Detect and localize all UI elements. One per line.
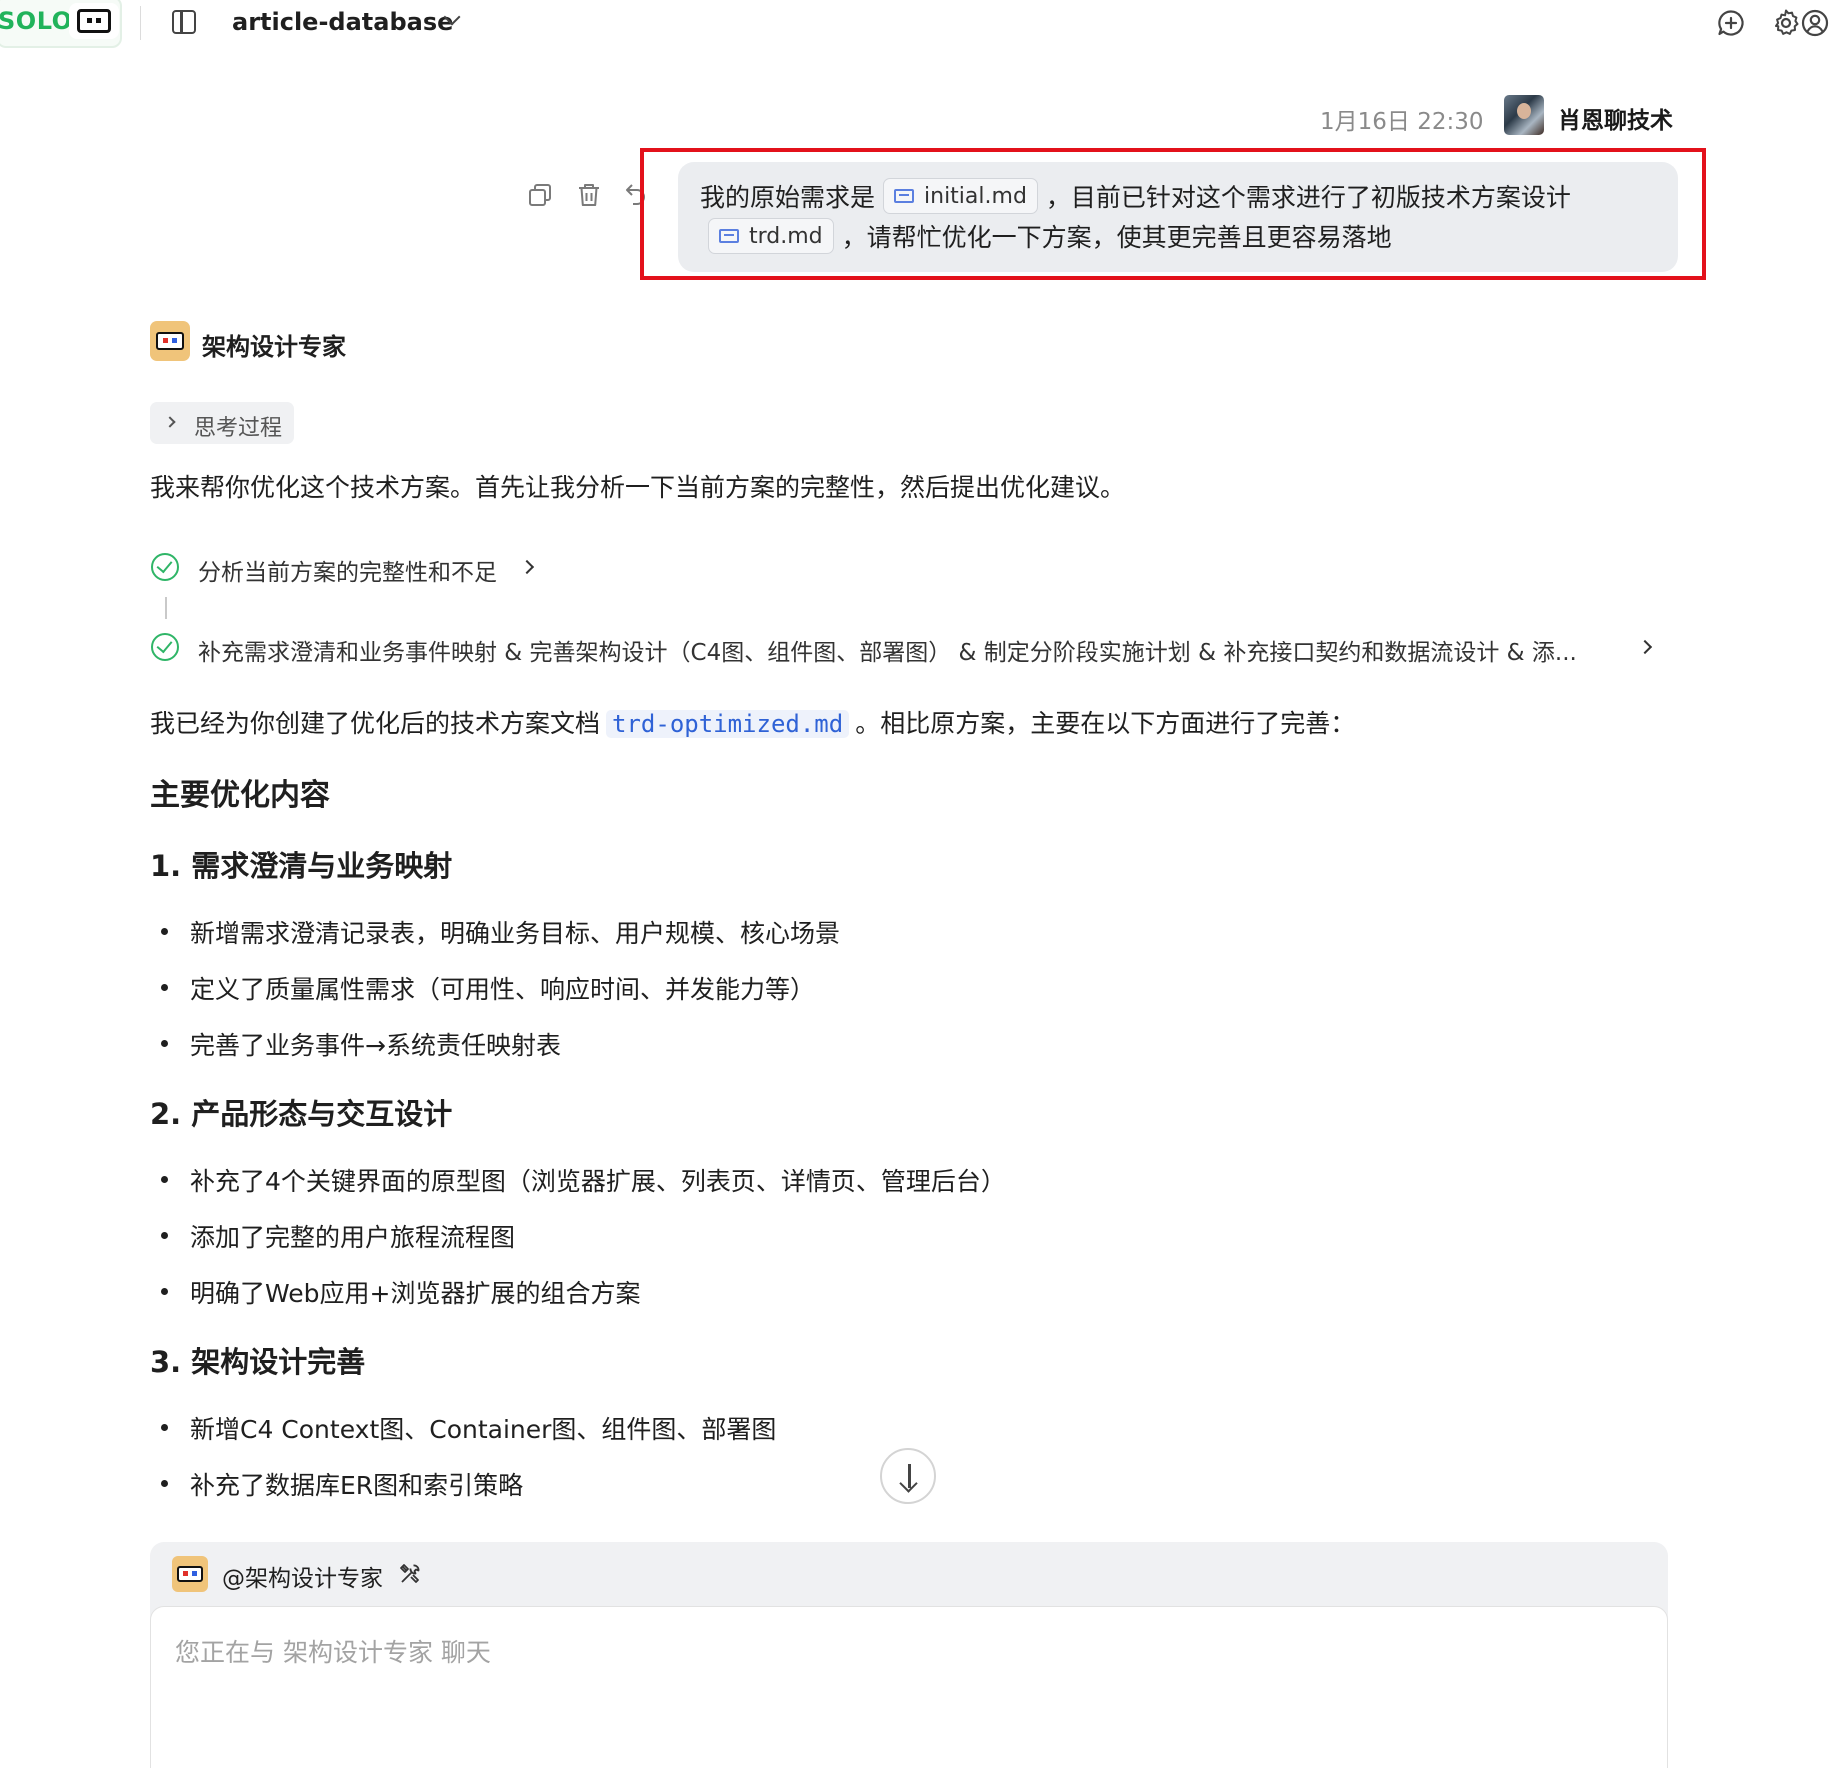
markdown-file-icon bbox=[894, 189, 915, 203]
account-icon[interactable] bbox=[1800, 8, 1830, 38]
list-item: 明确了Web应用+浏览器扩展的组合方案 bbox=[158, 1274, 640, 1310]
file-link[interactable]: trd-optimized.md bbox=[606, 710, 850, 738]
panel-toggle-icon[interactable] bbox=[172, 10, 196, 34]
agent-name: 架构设计专家 bbox=[202, 333, 346, 361]
chat-composer: @架构设计专家 bbox=[150, 1542, 1668, 1768]
list-item-text: 补充了4个关键界面的原型图（浏览器扩展、列表页、详情页、管理后台） bbox=[190, 1167, 1006, 1196]
file-chip-label: trd.md bbox=[749, 223, 823, 249]
user-avatar bbox=[1504, 95, 1544, 135]
list-item: 新增需求澄清记录表，明确业务目标、用户规模、核心场景 bbox=[158, 914, 840, 950]
thinking-label: 思考过程 bbox=[194, 416, 283, 441]
new-chat-icon[interactable] bbox=[1716, 8, 1746, 38]
list-item-text: 添加了完整的用户旅程流程图 bbox=[190, 1223, 516, 1252]
message-line: 我的原始需求是 initial.md ，目前已针对这个需求进行了初版技术方案设计 bbox=[700, 178, 1571, 214]
message-text: 我的原始需求是 bbox=[700, 183, 876, 212]
gear-icon[interactable] bbox=[1771, 8, 1801, 38]
arrow-down-icon[interactable] bbox=[880, 1448, 936, 1504]
subsection-heading: 2. 产品形态与交互设计 bbox=[150, 1097, 453, 1131]
paragraph-text: 。相比原方案，主要在以下方面进行了完善： bbox=[855, 709, 1356, 738]
thinking-process-toggle[interactable]: 思考过程 bbox=[150, 402, 294, 444]
message-timestamp: 1月16日 22:30 bbox=[1320, 109, 1484, 135]
user-name: 肖恩聊技术 bbox=[1558, 108, 1673, 134]
message-line: trd.md ，请帮忙优化一下方案，使其更完善且更容易落地 bbox=[700, 218, 1392, 254]
list-item-text: 定义了质量属性需求（可用性、响应时间、并发能力等） bbox=[190, 975, 816, 1004]
tools-icon[interactable] bbox=[398, 1562, 422, 1586]
chat-input[interactable] bbox=[150, 1606, 1668, 1768]
list-item-text: 补充了数据库ER图和索引策略 bbox=[190, 1471, 524, 1500]
step-connector bbox=[165, 597, 167, 619]
list-item-text: 新增需求澄清记录表，明确业务目标、用户规模、核心场景 bbox=[190, 919, 841, 948]
list-item-text: 明确了Web应用+浏览器扩展的组合方案 bbox=[190, 1279, 641, 1308]
list-item: 定义了质量属性需求（可用性、响应时间、并发能力等） bbox=[158, 970, 815, 1006]
section-heading: 主要优化内容 bbox=[150, 778, 330, 813]
solo-mode-toggle[interactable]: SOLO bbox=[0, 0, 122, 48]
file-chip-label: initial.md bbox=[924, 183, 1027, 209]
agent-avatar-icon bbox=[172, 1556, 208, 1592]
list-item-text: 新增C4 Context图、Container图、组件图、部署图 bbox=[190, 1415, 777, 1444]
paragraph-text: 我已经为你创建了优化后的技术方案文档 bbox=[150, 709, 601, 738]
subsection-heading: 1. 需求澄清与业务映射 bbox=[150, 849, 453, 883]
file-chip-initial[interactable]: initial.md bbox=[883, 178, 1038, 214]
assistant-intro: 我来帮你优化这个技术方案。首先让我分析一下当前方案的完整性，然后提出优化建议。 bbox=[150, 473, 1126, 502]
file-chip-trd[interactable]: trd.md bbox=[708, 218, 834, 254]
chevron-right-icon[interactable] bbox=[1637, 639, 1653, 655]
created-doc-paragraph: 我已经为你创建了优化后的技术方案文档 trd-optimized.md 。相比原方案… bbox=[150, 704, 1355, 740]
agent-avatar-icon bbox=[150, 321, 190, 361]
project-name[interactable]: article-database bbox=[232, 8, 453, 36]
copy-icon[interactable] bbox=[527, 182, 553, 208]
chevron-right-icon bbox=[164, 416, 176, 428]
agent-mention[interactable]: @架构设计专家 bbox=[222, 1559, 383, 1593]
check-circle-icon bbox=[151, 633, 179, 661]
check-circle-icon bbox=[151, 553, 179, 581]
list-item: 完善了业务事件→系统责任映射表 bbox=[158, 1026, 561, 1062]
user-message-bubble: 我的原始需求是 initial.md ，目前已针对这个需求进行了初版技术方案设计… bbox=[678, 162, 1678, 272]
markdown-file-icon bbox=[719, 229, 739, 243]
subsection-heading: 3. 架构设计完善 bbox=[150, 1345, 366, 1379]
top-bar: SOLO article-database bbox=[0, 0, 1834, 48]
step-label[interactable]: 补充需求澄清和业务事件映射 & 完善架构设计（C4图、组件图、部署图） & 制定… bbox=[198, 633, 1577, 667]
list-item: 新增C4 Context图、Container图、组件图、部署图 bbox=[158, 1410, 776, 1446]
trash-icon[interactable] bbox=[576, 182, 602, 208]
list-item-text: 完善了业务事件→系统责任映射表 bbox=[190, 1031, 561, 1060]
list-item: 补充了4个关键界面的原型图（浏览器扩展、列表页、详情页、管理后台） bbox=[158, 1162, 1006, 1198]
list-item: 补充了数据库ER图和索引策略 bbox=[158, 1466, 523, 1502]
solo-logo-icon bbox=[69, 3, 119, 39]
divider bbox=[140, 6, 141, 40]
message-text: ，目前已针对这个需求进行了初版技术方案设计 bbox=[1045, 183, 1571, 212]
solo-mode-label: SOLO bbox=[0, 7, 73, 35]
chevron-right-icon[interactable] bbox=[519, 559, 535, 575]
step-label[interactable]: 分析当前方案的完整性和不足 bbox=[198, 553, 497, 587]
message-text: ，请帮忙优化一下方案，使其更完善且更容易落地 bbox=[841, 223, 1392, 252]
list-item: 添加了完整的用户旅程流程图 bbox=[158, 1218, 515, 1254]
